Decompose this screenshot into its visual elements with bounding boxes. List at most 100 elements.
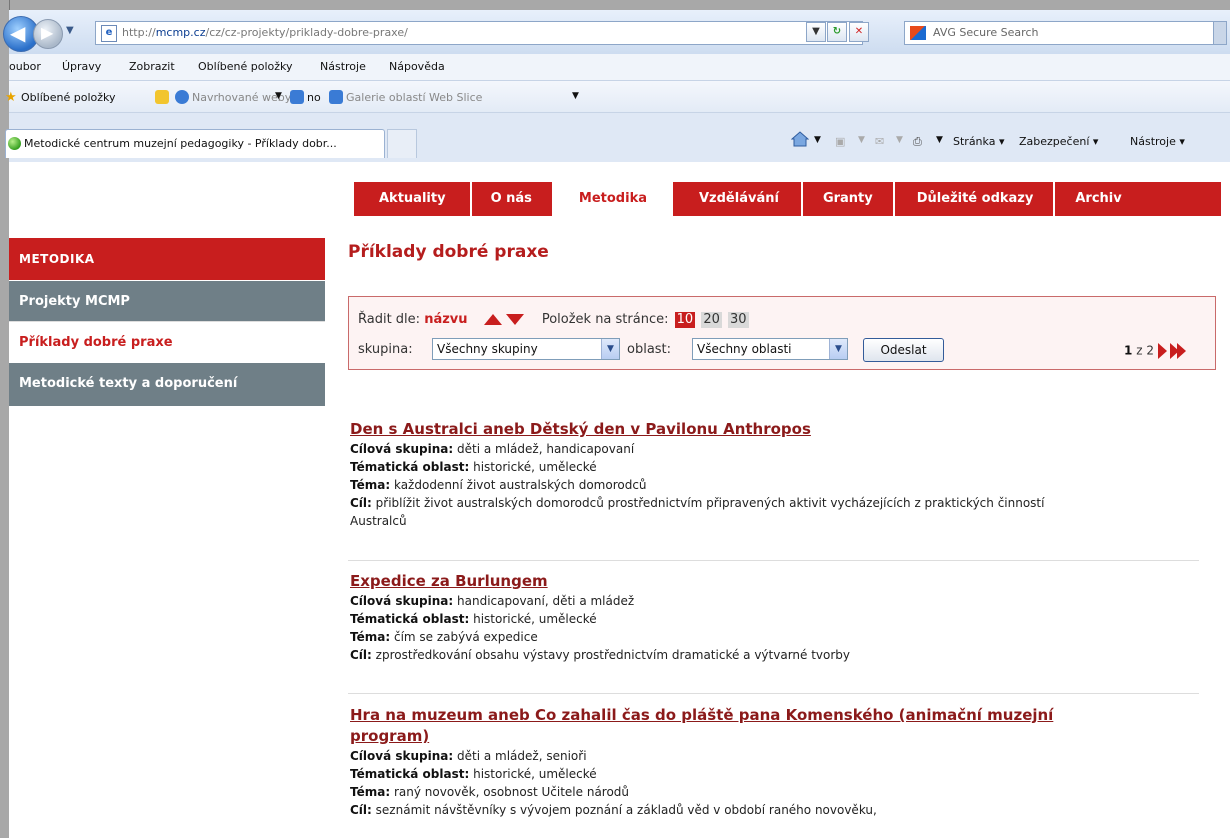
article-target: Cílová skupina: handicapovaní, děti a ml…: [350, 594, 635, 608]
article-area: Tématická oblast: historické, umělecké: [350, 460, 597, 474]
article-item: Hra na muzeum aneb Co zahalil čas do plá…: [350, 705, 1196, 819]
security-menu[interactable]: Zabezpečení ▾: [1019, 135, 1098, 148]
area-select[interactable]: Všechny oblasti ▼: [692, 338, 848, 360]
sidebar: METODIKA Projekty MCMP Příklady dobré pr…: [9, 238, 325, 406]
address-bar[interactable]: e http://mcmp.cz/cz/cz-projekty/priklady…: [95, 21, 863, 45]
address-dropdown-button[interactable]: ▼: [806, 22, 826, 42]
group-select[interactable]: Všechny skupiny ▼: [432, 338, 620, 360]
home-icon[interactable]: [791, 131, 809, 147]
page-title: Příklady dobré praxe: [348, 242, 549, 262]
last-page-icon-2[interactable]: [1176, 343, 1186, 359]
menu-edit[interactable]: Úpravy: [62, 60, 101, 73]
chevron-down-icon[interactable]: ▼: [601, 339, 619, 359]
article-goal: Cíl: seznámit návštěvníky s vývojem pozn…: [350, 803, 877, 817]
forward-button[interactable]: ▶: [33, 19, 63, 49]
article-area: Tématická oblast: historické, umělecké: [350, 612, 597, 626]
ie-icon: [175, 90, 189, 104]
feeds-dropdown-icon[interactable]: ▼: [858, 135, 865, 145]
filter-panel: Řadit dle: názvu Položek na stránce: 10 …: [348, 296, 1216, 370]
divider: [348, 560, 1199, 561]
menu-bar: oubor Úpravy Zobrazit Oblíbené položky N…: [9, 54, 1230, 81]
chevron-down-icon[interactable]: ▼: [829, 339, 847, 359]
menu-view[interactable]: Zobrazit: [129, 60, 175, 73]
group-select-value: Všechny skupiny: [437, 342, 538, 356]
search-go-button[interactable]: [1213, 21, 1227, 45]
web-slice-dropdown-icon[interactable]: ▼: [572, 91, 579, 101]
url-text[interactable]: http://mcmp.cz/cz/cz-projekty/priklady-d…: [122, 26, 408, 39]
web-slice-gallery-link[interactable]: Galerie oblastí Web Slice: [346, 91, 482, 104]
article-target: Cílová skupina: děti a mládež, handicapo…: [350, 442, 635, 456]
print-dropdown-icon[interactable]: ▼: [936, 135, 943, 145]
page-menu[interactable]: Stránka ▾: [953, 135, 1004, 148]
top-navigation: Aktuality O nás Metodika Vzdělávání Gran…: [354, 182, 1221, 216]
sidebar-item-priklady-dobre-praxe[interactable]: Příklady dobré praxe: [9, 321, 325, 362]
article-theme: Téma: raný novověk, osobnost Učitele nár…: [350, 785, 630, 799]
sidebar-item-metodicke-texty[interactable]: Metodické texty a doporučení: [9, 362, 325, 406]
web-slice-icon: [329, 90, 343, 104]
group-label: skupina:: [358, 342, 413, 357]
avg-logo-icon: [910, 26, 926, 40]
suggested-sites-dropdown-icon[interactable]: ▼: [275, 91, 282, 101]
sort-ascending-icon[interactable]: [483, 314, 502, 325]
per-page-label: Položek na stránce:: [541, 312, 669, 327]
page-total-link[interactable]: 2: [1146, 344, 1154, 358]
menu-file[interactable]: oubor: [9, 60, 41, 73]
forward-arrow-icon: ▶: [41, 23, 54, 42]
favorites-button[interactable]: Oblíbené položky: [21, 91, 116, 104]
menu-tools[interactable]: Nástroje: [320, 60, 366, 73]
nav-granty[interactable]: Granty: [803, 182, 895, 216]
per-page-30[interactable]: 30: [728, 312, 749, 328]
menu-help[interactable]: Nápověda: [389, 60, 445, 73]
favorite-no-link[interactable]: no: [307, 91, 321, 104]
sort-descending-icon[interactable]: [505, 314, 524, 325]
divider: [348, 693, 1199, 694]
sidebar-heading: METODIKA: [9, 238, 325, 280]
menu-favorites[interactable]: Oblíbené položky: [198, 60, 293, 73]
history-dropdown-icon[interactable]: ▼: [66, 25, 74, 36]
tab-title: Metodické centrum muzejní pedagogiky - P…: [24, 137, 337, 150]
nav-vzdelavani[interactable]: Vzdělávání: [679, 182, 803, 216]
area-select-value: Všechny oblasti: [697, 342, 792, 356]
refresh-icon[interactable]: ↻: [827, 22, 847, 42]
sort-label: Řadit dle:: [358, 312, 421, 327]
article-theme: Téma: čím se zabývá expedice: [350, 630, 538, 644]
feeds-icon[interactable]: ▣: [835, 135, 845, 148]
pagination: 1 z 2: [1124, 343, 1186, 359]
page-of: z: [1136, 343, 1143, 358]
page-current: 1: [1124, 343, 1133, 358]
sidebar-item-projekty-mcmp[interactable]: Projekty MCMP: [9, 280, 325, 321]
nav-dulezite-odkazy[interactable]: Důležité odkazy: [895, 182, 1056, 216]
mail-icon[interactable]: ✉: [875, 135, 884, 148]
filter-sort-line: Řadit dle: názvu Položek na stránce: 10 …: [358, 312, 749, 328]
new-tab-button[interactable]: [387, 129, 417, 158]
next-page-icon[interactable]: [1157, 343, 1167, 359]
add-favorite-icon[interactable]: [155, 90, 169, 104]
page-link-icon: [290, 90, 304, 104]
nav-o-nas[interactable]: O nás: [472, 182, 554, 216]
tools-menu[interactable]: Nástroje ▾: [1130, 135, 1185, 148]
nav-aktuality[interactable]: Aktuality: [354, 182, 472, 216]
per-page-10[interactable]: 10: [674, 312, 696, 328]
article-goal: Cíl: zprostředkování obsahu výstavy pros…: [350, 648, 851, 662]
browser-chrome: ◀ ▶ ▼ e http://mcmp.cz/cz/cz-projekty/pr…: [3, 10, 1230, 162]
article-title-link[interactable]: Expedice za Burlungem: [350, 571, 1196, 592]
home-dropdown-icon[interactable]: ▼: [814, 135, 821, 145]
tab-active[interactable]: Metodické centrum muzejní pedagogiky - P…: [5, 129, 385, 158]
article-title-link[interactable]: Hra na muzeum aneb Co zahalil čas do plá…: [350, 705, 1110, 747]
nav-archiv[interactable]: Archiv: [1055, 182, 1121, 216]
search-box[interactable]: AVG Secure Search: [904, 21, 1216, 45]
article-area: Tématická oblast: historické, umělecké: [350, 767, 597, 781]
sort-by-name-link[interactable]: názvu: [424, 312, 467, 327]
article-title-link[interactable]: Den s Australci aneb Dětský den v Pavilo…: [350, 419, 1196, 440]
per-page-20[interactable]: 20: [701, 312, 722, 328]
article-theme: Téma: každodenní život australských domo…: [350, 478, 647, 492]
page-icon: e: [101, 25, 117, 42]
favorites-star-icon[interactable]: ★: [5, 90, 17, 105]
nav-metodika[interactable]: Metodika: [553, 182, 673, 216]
print-icon[interactable]: ⎙: [913, 135, 922, 149]
stop-icon[interactable]: ✕: [849, 22, 869, 42]
mail-dropdown-icon[interactable]: ▼: [896, 135, 903, 145]
area-label: oblast:: [627, 342, 672, 357]
submit-button[interactable]: Odeslat: [863, 338, 944, 362]
article-goal: Cíl: přiblížit život australských domoro…: [350, 496, 1045, 528]
